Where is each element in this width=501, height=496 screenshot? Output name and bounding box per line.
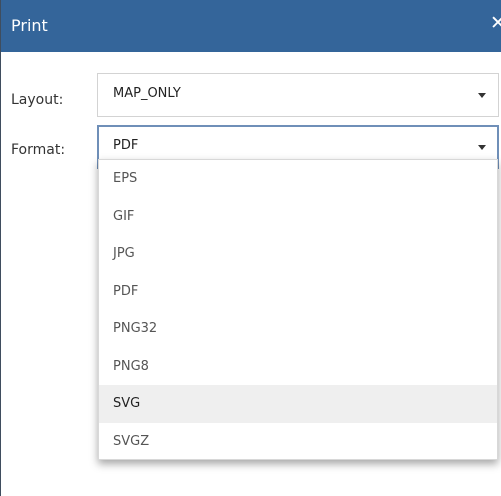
chevron-down-icon — [478, 145, 486, 150]
chevron-down-icon — [478, 93, 486, 98]
format-option-png8[interactable]: PNG8 — [99, 348, 497, 386]
format-option-pdf[interactable]: PDF — [99, 273, 497, 311]
format-label: Format: — [11, 142, 66, 158]
dialog-titlebar: Print ✕ — [1, 0, 501, 52]
dialog-title: Print — [11, 16, 48, 35]
format-option-jpg[interactable]: JPG — [99, 235, 497, 273]
layout-select[interactable]: MAP_ONLY — [97, 73, 499, 117]
format-option-png32[interactable]: PNG32 — [99, 310, 497, 348]
format-option-gif[interactable]: GIF — [99, 198, 497, 236]
layout-label: Layout: — [11, 92, 64, 108]
format-option-svgz[interactable]: SVGZ — [99, 423, 497, 461]
layout-select-value: MAP_ONLY — [113, 86, 181, 101]
format-option-svg[interactable]: SVG — [99, 385, 497, 423]
print-dialog: Print ✕ Layout: MAP_ONLY Format: PDF EPS… — [0, 0, 501, 496]
close-icon[interactable]: ✕ — [490, 14, 501, 33]
format-select-value: PDF — [113, 138, 139, 153]
format-option-eps[interactable]: EPS — [99, 160, 497, 198]
format-dropdown-list: EPS GIF JPG PDF PNG32 PNG8 SVG SVGZ — [98, 159, 498, 460]
